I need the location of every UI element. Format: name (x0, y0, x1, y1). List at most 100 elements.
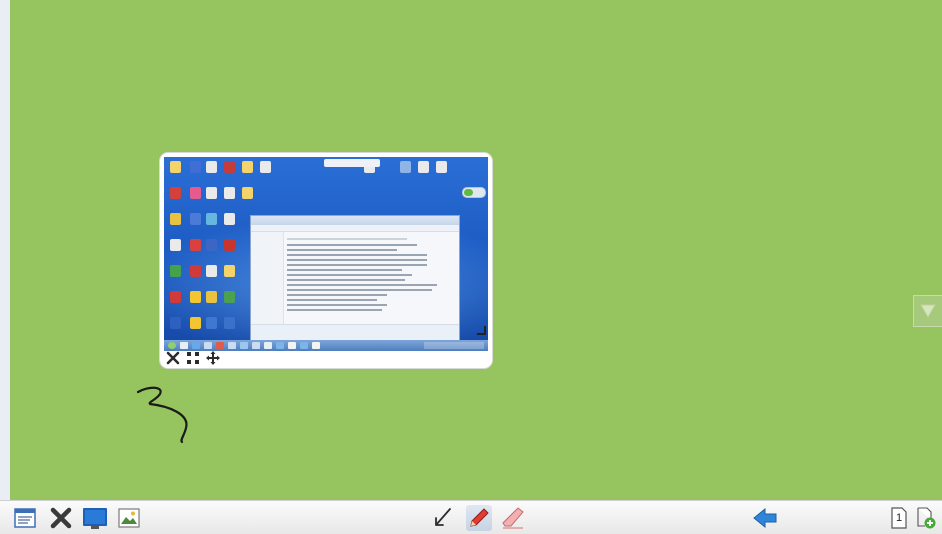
file-row (287, 284, 437, 286)
menu-button[interactable] (12, 505, 38, 531)
desktop-icon (206, 291, 217, 303)
triangle-down-icon (920, 304, 936, 318)
file-row (287, 294, 387, 296)
desktop-icon (170, 187, 181, 199)
back-arrow-icon (753, 507, 777, 529)
desktop-icon (190, 317, 201, 329)
add-page-icon (917, 507, 936, 529)
file-row (287, 249, 397, 251)
desktop-icon (224, 239, 235, 251)
taskbar-icon (264, 342, 272, 349)
desktop-icon (170, 317, 181, 329)
previous-page-button[interactable] (752, 505, 778, 531)
file-row (287, 279, 405, 281)
desktop-icon (260, 161, 271, 173)
resize-corner-mark (477, 326, 486, 335)
desktop-icon (206, 265, 217, 277)
window-nav-pane (251, 232, 284, 324)
move-card-icon[interactable] (206, 351, 220, 365)
file-row (287, 264, 427, 266)
system-tray (424, 342, 484, 349)
pen-icon (470, 508, 489, 527)
card-tools (166, 350, 220, 366)
toggle-switch (462, 187, 486, 198)
desktop-icon (190, 265, 201, 277)
desktop-icon (170, 161, 181, 173)
desktop-icon (170, 213, 181, 225)
screen-capture-button[interactable] (82, 505, 108, 531)
taskbar-icon (276, 342, 284, 349)
desktop-icon (242, 161, 253, 173)
desktop-icon (418, 161, 429, 173)
clear-icon (50, 507, 72, 529)
browser-tab-strip (324, 159, 380, 167)
file-row (287, 238, 407, 240)
explorer-window (250, 215, 460, 345)
eraser-tool-button[interactable] (500, 505, 526, 531)
file-row (287, 299, 377, 301)
file-row (287, 289, 432, 291)
desktop-icon (170, 239, 181, 251)
desktop-icon (206, 213, 217, 225)
screen-capture-icon (83, 508, 107, 529)
left-edge-strip (0, 0, 10, 533)
desktop-icon (170, 291, 181, 303)
desktop-icon (190, 291, 201, 303)
desktop-icon (224, 161, 235, 173)
desktop-icon (206, 239, 217, 251)
file-row (287, 254, 427, 256)
desktop-icon (190, 239, 201, 251)
taskbar-icon (300, 342, 308, 349)
image-icon (118, 508, 140, 528)
menu-icon (14, 508, 36, 528)
taskbar-icon (288, 342, 296, 349)
desktop-icon (224, 265, 235, 277)
screenshot-card[interactable] (160, 153, 492, 368)
pen-tool-button[interactable] (466, 505, 492, 531)
add-page-button[interactable] (914, 505, 938, 531)
window-titlebar (251, 216, 459, 225)
insert-image-button[interactable] (116, 505, 142, 531)
desktop-icon (170, 265, 181, 277)
file-row (287, 304, 387, 306)
taskbar-icon (312, 342, 320, 349)
file-row (287, 274, 412, 276)
taskbar-icon (192, 342, 200, 349)
desktop-icon (242, 187, 253, 199)
start-icon (168, 342, 176, 349)
select-tool-button[interactable] (430, 505, 456, 531)
side-panel-toggle[interactable] (913, 295, 942, 327)
file-row (287, 259, 427, 261)
taskbar-icon (216, 342, 224, 349)
desktop-icon (190, 161, 201, 173)
desktop-icon (224, 213, 235, 225)
desktop-icon (190, 213, 201, 225)
file-row (287, 309, 382, 311)
desktop-icon (206, 187, 217, 199)
desktop-icon (206, 161, 217, 173)
select-arrow-icon (435, 508, 451, 526)
desktop-icon (224, 187, 235, 199)
desktop-screenshot-image (164, 157, 488, 351)
file-row (287, 269, 402, 271)
desktop-icon (206, 317, 217, 329)
handwriting-stroke (136, 386, 188, 444)
desktop-icon (224, 317, 235, 329)
taskbar-icon (252, 342, 260, 349)
taskbar-icon (180, 342, 188, 349)
window-toolbar (251, 225, 459, 232)
clear-button[interactable] (48, 505, 74, 531)
taskbar-icon (204, 342, 212, 349)
page-indicator[interactable]: 1 (886, 505, 912, 531)
taskbar-icon (228, 342, 236, 349)
desktop-icon (190, 187, 201, 199)
file-row (287, 244, 417, 246)
bottom-toolbar: 1 (0, 500, 942, 534)
close-card-icon[interactable] (166, 351, 180, 365)
page-number: 1 (895, 512, 903, 524)
desktop-icon (436, 161, 447, 173)
taskbar-icon (240, 342, 248, 349)
desktop-icon (224, 291, 235, 303)
desktop-icon (400, 161, 411, 173)
resize-card-icon[interactable] (186, 351, 200, 365)
